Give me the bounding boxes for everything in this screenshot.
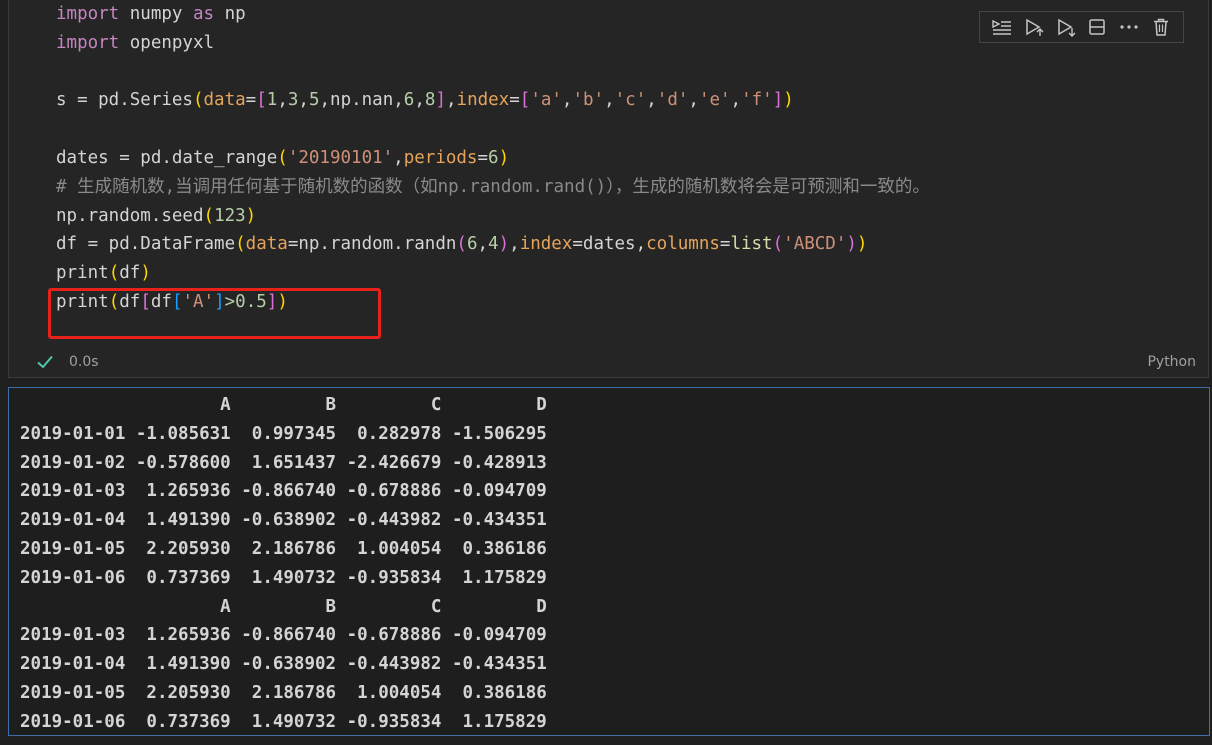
code-line[interactable]: import numpy as np: [56, 0, 930, 29]
code-cell[interactable]: import numpy as np import openpyxl s = p…: [8, 0, 1209, 378]
output-line: 2019-01-06 0.737369 1.490732 -0.935834 1…: [20, 567, 547, 588]
output-line: A B C D: [20, 395, 547, 415]
output-line: 2019-01-01 -1.085631 0.997345 0.282978 -…: [20, 423, 547, 444]
code-line[interactable]: np.random.seed(123): [56, 202, 930, 231]
output-cell: A B C D 2019-01-01 -1.085631 0.997345 0.…: [8, 387, 1210, 736]
split-cell-icon[interactable]: [1084, 14, 1110, 40]
code-comment-line[interactable]: # 生成随机数,当调用任何基于随机数的函数（如np.random.rand()）…: [56, 173, 930, 202]
cell-language[interactable]: Python: [1147, 353, 1196, 371]
output-line: A B C D: [20, 596, 547, 617]
run-by-line-icon[interactable]: [989, 14, 1015, 40]
code-editor[interactable]: import numpy as np import openpyxl s = p…: [56, 0, 930, 317]
output-line: 2019-01-05 2.205930 2.186786 1.004054 0.…: [20, 538, 547, 559]
execute-above-icon[interactable]: [1021, 14, 1047, 40]
output-line: 2019-01-06 0.737369 1.490732 -0.935834 1…: [20, 711, 547, 732]
output-line: 2019-01-05 2.205930 2.186786 1.004054 0.…: [20, 682, 547, 703]
code-line[interactable]: dates = pd.date_range('20190101',periods…: [56, 144, 930, 173]
code-line[interactable]: s = pd.Series(data=[1,3,5,np.nan,6,8],in…: [56, 86, 930, 115]
code-line[interactable]: import openpyxl: [56, 29, 930, 58]
code-line[interactable]: [56, 115, 930, 144]
output-text: A B C D 2019-01-01 -1.085631 0.997345 0.…: [20, 391, 547, 737]
output-line: 2019-01-04 1.491390 -0.638902 -0.443982 …: [20, 654, 547, 675]
code-line[interactable]: [56, 58, 930, 87]
code-line[interactable]: print(df): [56, 259, 930, 288]
output-line: 2019-01-04 1.491390 -0.638902 -0.443982 …: [20, 510, 547, 531]
output-line: 2019-01-03 1.265936 -0.866740 -0.678886 …: [20, 481, 547, 502]
output-line: 2019-01-03 1.265936 -0.866740 -0.678886 …: [20, 625, 547, 646]
highlight-annotation-box: [48, 288, 381, 339]
checkmark-icon: [37, 355, 53, 369]
execute-below-icon[interactable]: [1053, 14, 1079, 40]
more-actions-icon[interactable]: [1116, 14, 1142, 40]
notebook-editor: import numpy as np import openpyxl s = p…: [0, 0, 1212, 745]
code-line[interactable]: df = pd.DataFrame(data=np.random.randn(6…: [56, 230, 930, 259]
output-line: 2019-01-02 -0.578600 1.651437 -2.426679 …: [20, 452, 547, 473]
execution-time: 0.0s: [69, 354, 99, 370]
cell-toolbar: [979, 11, 1184, 43]
delete-icon[interactable]: [1148, 14, 1174, 40]
